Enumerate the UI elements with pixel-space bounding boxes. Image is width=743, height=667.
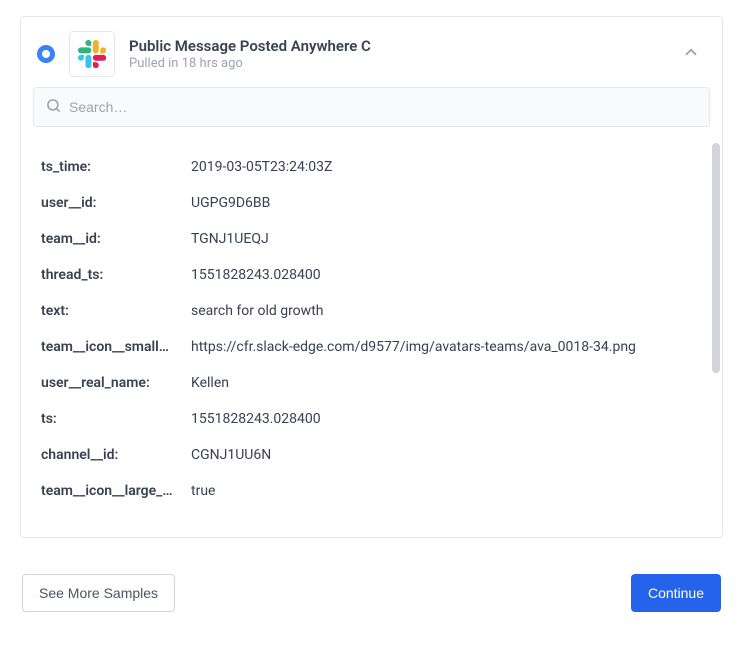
fields-viewport: ts_time:2019-03-05T23:24:03Zuser__id:UGP… [21, 137, 722, 537]
card-title: Public Message Posted Anywhere C [129, 37, 676, 55]
field-key: user__id: [41, 195, 191, 211]
chevron-up-icon [682, 43, 700, 61]
search-icon [46, 98, 61, 117]
field-key: channel__id: [41, 447, 191, 463]
footer: See More Samples Continue [20, 574, 723, 612]
sample-radio[interactable] [37, 45, 55, 63]
card-header: Public Message Posted Anywhere C Pulled … [21, 17, 722, 87]
field-value: 1551828243.028400 [191, 267, 321, 283]
field-row[interactable]: team__icon__large_…true [41, 473, 706, 509]
field-key: team__icon__large_… [41, 483, 191, 499]
field-value: true [191, 483, 215, 499]
search-box[interactable] [33, 87, 710, 127]
search-wrap [21, 87, 722, 127]
field-value: UGPG9D6BB [191, 195, 270, 211]
sample-card: Public Message Posted Anywhere C Pulled … [20, 16, 723, 538]
see-more-button[interactable]: See More Samples [22, 574, 175, 612]
field-row[interactable]: team__icon__small…https://cfr.slack-edge… [41, 329, 706, 365]
field-row[interactable]: user__id:UGPG9D6BB [41, 185, 706, 221]
field-key: team__icon__small… [41, 339, 191, 355]
app-icon-slack [69, 31, 115, 77]
field-key: ts: [41, 411, 191, 427]
field-value: TGNJ1UEQJ [191, 231, 269, 247]
scrollbar-thumb[interactable] [712, 143, 720, 373]
header-text: Public Message Posted Anywhere C Pulled … [129, 37, 676, 71]
search-input[interactable] [69, 99, 697, 115]
field-value: 1551828243.028400 [191, 411, 321, 427]
field-value: search for old growth [191, 303, 323, 319]
field-key: user__real_name: [41, 375, 191, 391]
field-row[interactable]: ts_time:2019-03-05T23:24:03Z [41, 149, 706, 185]
field-key: ts_time: [41, 159, 191, 175]
card-subtitle: Pulled in 18 hrs ago [129, 56, 676, 71]
field-row[interactable]: text:search for old growth [41, 293, 706, 329]
field-row[interactable]: team__id:TGNJ1UEQJ [41, 221, 706, 257]
fields-list: ts_time:2019-03-05T23:24:03Zuser__id:UGP… [21, 137, 722, 537]
field-row[interactable]: channel__id:CGNJ1UU6N [41, 437, 706, 473]
field-value: https://cfr.slack-edge.com/d9577/img/ava… [191, 339, 636, 355]
field-value: Kellen [191, 375, 229, 391]
field-row[interactable]: user__real_name:Kellen [41, 365, 706, 401]
field-value: CGNJ1UU6N [191, 447, 271, 463]
slack-icon [78, 40, 106, 68]
field-row[interactable]: thread_ts:1551828243.028400 [41, 257, 706, 293]
field-key: text: [41, 303, 191, 319]
field-key: thread_ts: [41, 267, 191, 283]
field-row[interactable]: ts:1551828243.028400 [41, 401, 706, 437]
field-key: team__id: [41, 231, 191, 247]
continue-button[interactable]: Continue [631, 574, 721, 612]
collapse-toggle[interactable] [676, 37, 706, 71]
field-value: 2019-03-05T23:24:03Z [191, 159, 332, 175]
